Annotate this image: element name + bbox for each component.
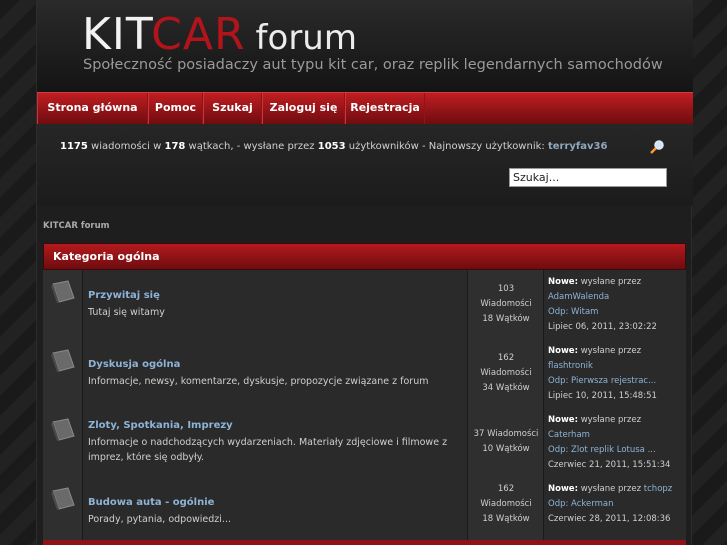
board-lastpost-cell: Nowe: wysłane przez tchopz Odp: Ackerman… (544, 477, 686, 545)
logo-kit-text: KIT (82, 9, 152, 60)
lastpost-new-label: Nowe: (548, 346, 578, 356)
board-row: Przywitaj się Tutaj się witamy 103 Wiado… (43, 270, 686, 339)
nav-login[interactable]: Zaloguj się (262, 93, 345, 124)
category-title[interactable]: Kategoria ogólna (53, 250, 160, 263)
stat-posts: 1175 (60, 141, 88, 152)
board-stats-cell: 103 Wiadomości 18 Wątków (468, 270, 544, 339)
board-link[interactable]: Zloty, Spotkania, Imprezy (88, 420, 233, 431)
forum-stats-bar: 1175 wiadomości w 178 wątkach, - wysłane… (37, 124, 693, 206)
nav-help[interactable]: Pomoc (148, 93, 203, 124)
board-folder-icon (51, 487, 75, 510)
board-info-cell: Budowa auta - ogólnie Porady, pytania, o… (83, 477, 468, 545)
stat-members: 1053 (317, 141, 346, 152)
board-stat-topics: 18 Wątków (482, 314, 530, 324)
lastpost-new-label: Nowe: (548, 484, 578, 494)
board-stat-posts: 37 Wiadomości (473, 429, 539, 439)
lastpost-date: Lipiec 06, 2011, 23:02:22 (548, 322, 657, 332)
site-header: KITCAR forum Społeczność posiadaczy aut t… (37, 0, 693, 92)
board-stat-posts: 103 (497, 284, 515, 294)
board-description: Informacje o nadchodzących wydarzeniach.… (88, 437, 448, 463)
forum-stats: 1175 wiadomości w 178 wątkach, - wysłane… (60, 141, 607, 152)
category-header: Kategoria ogólna (43, 243, 686, 270)
lastpost-topic[interactable]: Odp: Ackerman (548, 499, 613, 509)
board-stat-posts-label: Wiadomości (480, 299, 532, 309)
board-lastpost-cell: Nowe: wysłane przez AdamWalenda Odp: Wit… (544, 270, 686, 339)
board-stat-posts-label: Wiadomości (480, 368, 532, 378)
board-link[interactable]: Dyskusja ogólna (88, 359, 180, 370)
board-stats-cell: 162 Wiadomości 34 Wątków (468, 339, 544, 408)
board-lastpost-cell: Nowe: wysłane przez flashtronik Odp: Pie… (544, 339, 686, 408)
board-link[interactable]: Przywitaj się (88, 290, 160, 301)
board-row: Budowa auta - ogólnie Porady, pytania, o… (43, 477, 686, 545)
board-folder-icon (51, 280, 75, 303)
lastpost-date: Czerwiec 28, 2011, 12:08:36 (548, 514, 671, 524)
board-info-cell: Przywitaj się Tutaj się witamy (83, 270, 468, 339)
main-navigation: Strona główna Pomoc Szukaj Zaloguj się R… (37, 92, 693, 124)
lastpost-author[interactable]: tchopz (644, 484, 672, 494)
lastpost-by: wysłane przez (580, 484, 642, 494)
board-folder-icon (51, 349, 75, 372)
lastpost-author[interactable]: AdamWalenda (548, 292, 609, 302)
board-description: Informacje, newsy, komentarze, dyskusje,… (88, 376, 429, 387)
board-info-cell: Dyskusja ogólna Informacje, newsy, komen… (83, 339, 468, 408)
board-info-cell: Zloty, Spotkania, Imprezy Informacje o n… (83, 408, 468, 477)
logo-forum-text: forum (255, 18, 357, 58)
lastpost-header: Nowe: wysłane przez tchopz (548, 484, 672, 494)
lastpost-header: Nowe: wysłane przez (548, 277, 641, 287)
lastpost-by: wysłane przez (580, 415, 642, 425)
lastpost-date: Lipiec 10, 2011, 15:48:51 (548, 391, 657, 401)
magnifier-icon[interactable] (649, 139, 665, 155)
stat-topics-text: wątkach, - wysłane przez (188, 141, 315, 152)
lastpost-topic[interactable]: Odp: Zlot replik Lotusa ... (548, 445, 656, 455)
breadcrumb[interactable]: KITCAR forum (43, 221, 110, 231)
board-stat-topics: 10 Wątków (482, 444, 530, 454)
nav-register[interactable]: Rejestracja (345, 93, 425, 124)
search-input[interactable] (509, 168, 667, 187)
nav-home[interactable]: Strona główna (37, 93, 148, 124)
lastpost-header: Nowe: wysłane przez (548, 415, 641, 425)
site-tagline: Społeczność posiadaczy aut typu kit car,… (83, 57, 663, 73)
lastpost-topic[interactable]: Odp: Witam (548, 307, 598, 317)
board-lastpost-cell: Nowe: wysłane przez Caterham Odp: Zlot r… (544, 408, 686, 477)
board-icon-cell (43, 339, 83, 408)
lastpost-topic[interactable]: Odp: Pierwsza rejestrac... (548, 376, 656, 386)
stat-posts-text: wiadomości w (91, 141, 162, 152)
site-logo[interactable]: KITCAR forum (82, 10, 357, 63)
board-stat-topics: 34 Wątków (482, 383, 530, 393)
board-stat-posts-label: Wiadomości (480, 499, 532, 509)
board-stat-posts: 162 (497, 353, 515, 363)
lastpost-date: Czerwiec 21, 2011, 15:51:34 (548, 460, 671, 470)
lastpost-by: wysłane przez (580, 346, 642, 356)
page-wrapper: KITCAR forum Społeczność posiadaczy aut t… (36, 0, 693, 545)
board-description: Tutaj się witamy (88, 307, 165, 318)
next-category-header (43, 540, 686, 545)
logo-car-text: CAR (151, 9, 246, 60)
nav-search[interactable]: Szukaj (203, 93, 262, 124)
board-stat-posts: 162 (497, 484, 515, 494)
board-stats-cell: 37 Wiadomości 10 Wątków (468, 408, 544, 477)
board-row: Dyskusja ogólna Informacje, newsy, komen… (43, 339, 686, 408)
board-icon-cell (43, 408, 83, 477)
lastpost-new-label: Nowe: (548, 415, 578, 425)
lastpost-author[interactable]: Caterham (548, 430, 590, 440)
board-description: Porady, pytania, odpowiedzi... (88, 514, 231, 525)
board-stat-topics: 18 Wątków (482, 514, 530, 524)
board-row: Zloty, Spotkania, Imprezy Informacje o n… (43, 408, 686, 477)
lastpost-new-label: Nowe: (548, 277, 578, 287)
board-folder-icon (51, 418, 75, 441)
lastpost-header: Nowe: wysłane przez (548, 346, 641, 356)
board-link[interactable]: Budowa auta - ogólnie (88, 497, 214, 508)
board-icon-cell (43, 270, 83, 339)
board-stats-cell: 162 Wiadomości 18 Wątków (468, 477, 544, 545)
lastpost-author[interactable]: flashtronik (548, 361, 593, 371)
newest-member-link[interactable]: terryfav36 (548, 141, 607, 152)
board-icon-cell (43, 477, 83, 545)
stat-members-text: użytkowników - Najnowszy użytkownik: (348, 141, 545, 152)
board-list: Przywitaj się Tutaj się witamy 103 Wiado… (43, 270, 686, 545)
stat-topics: 178 (164, 141, 186, 152)
lastpost-by: wysłane przez (580, 277, 642, 287)
